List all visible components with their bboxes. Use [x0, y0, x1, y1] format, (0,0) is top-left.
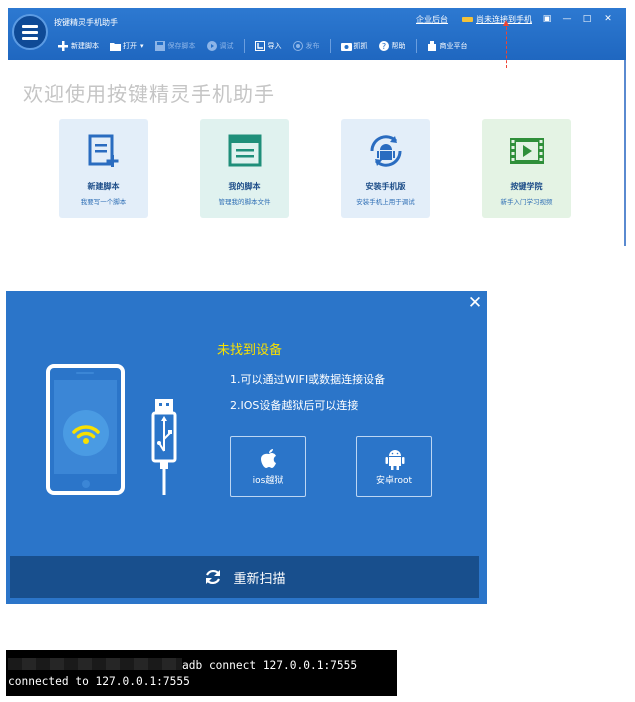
phone-home-button	[82, 480, 90, 488]
refresh-icon	[206, 569, 221, 585]
phone-speaker	[76, 372, 94, 374]
tile-subtitle: 新手入门学习视频	[500, 198, 553, 206]
play-icon	[206, 41, 217, 51]
maximize-button[interactable]: □	[581, 13, 593, 25]
my-scripts-icon	[228, 134, 262, 167]
video-academy-icon	[510, 138, 544, 164]
import-icon	[254, 41, 265, 51]
help-icon: ?	[378, 41, 389, 51]
phone-screen	[54, 380, 117, 474]
rescan-label: 重新扫描	[233, 571, 286, 587]
app-logo-menu-button[interactable]	[12, 14, 48, 50]
skin-icon[interactable]: ▣	[541, 13, 553, 25]
plus-icon	[58, 41, 68, 51]
quick-start-tiles: 新建脚本 我要写一个脚本 我的脚本 管理我的脚本文件 安装手机版 安装手机上用于…	[59, 119, 571, 218]
debug-label: 调试	[219, 42, 234, 50]
new-script-icon	[88, 134, 119, 167]
minimize-button[interactable]: —	[561, 13, 573, 25]
save-script-button[interactable]: 保存脚本	[151, 36, 200, 56]
toolbar-separator	[243, 39, 245, 53]
usb-cable-icon	[151, 399, 177, 495]
tile-subtitle: 管理我的脚本文件	[218, 198, 271, 206]
tile-title: 我的脚本	[228, 182, 261, 191]
capture-button[interactable]: 抓抓	[337, 36, 372, 56]
toolbar-separator	[329, 39, 331, 53]
svg-text:?: ?	[381, 42, 385, 51]
ios-button-label: ios越狱	[252, 476, 284, 486]
help-button[interactable]: ? 帮助	[375, 36, 410, 56]
business-platform-button[interactable]: 商业平台	[423, 36, 472, 56]
tile-academy[interactable]: 按键学院 新手入门学习视频	[482, 119, 571, 218]
welcome-heading: 欢迎使用按键精灵手机助手	[23, 82, 275, 106]
import-button[interactable]: 导入	[251, 36, 286, 56]
tip-ios: 2.IOS设备越狱后可以连接	[230, 399, 359, 412]
android-button-label: 安卓root	[375, 476, 413, 486]
debug-button[interactable]: 调试	[203, 36, 238, 56]
tile-subtitle: 安装手机上用于调试	[356, 198, 415, 206]
toolbar-separator	[415, 39, 417, 53]
rescan-button[interactable]: 重新扫描	[10, 556, 479, 598]
import-label: 导入	[267, 42, 282, 50]
install-android-icon	[370, 135, 402, 167]
capture-label: 抓抓	[353, 42, 368, 50]
biz-icon	[427, 41, 437, 51]
no-device-title: 未找到设备	[217, 343, 283, 358]
caret-down-icon: ▾	[140, 42, 144, 50]
new-script-button[interactable]: 新建脚本	[54, 36, 103, 56]
folder-icon	[110, 41, 121, 51]
enterprise-backend-link[interactable]: 企业后台	[416, 14, 448, 25]
app-title: 按键精灵手机助手	[54, 18, 118, 27]
device-status[interactable]: 尚未连接到手机	[462, 14, 532, 25]
publish-label: 发布	[305, 42, 320, 50]
tip-wifi: 1.可以通过WIFI或数据连接设备	[230, 373, 386, 386]
publish-button[interactable]: 发布	[289, 36, 324, 56]
help-label: 帮助	[391, 42, 406, 50]
annotation-red-arrow	[503, 20, 509, 68]
save-script-label: 保存脚本	[167, 42, 196, 50]
tile-title: 按键学院	[510, 182, 543, 191]
terminal-output: adb connect 127.0.0.1:7555 connected to …	[6, 650, 397, 696]
tile-new-script[interactable]: 新建脚本 我要写一个脚本	[59, 119, 148, 218]
title-bar: 按键精灵手机助手 企业后台 尚未连接到手机 ▣ — □ ✕ 新建脚本 打开 ▾ …	[8, 8, 626, 60]
apple-icon	[261, 449, 276, 468]
tile-install-android[interactable]: 安装手机版 安装手机上用于调试	[341, 119, 430, 218]
tile-title: 新建脚本	[87, 182, 120, 191]
dialog-header	[6, 291, 487, 317]
close-icon[interactable]: ✕	[467, 295, 483, 312]
usb-plug-icon	[462, 17, 473, 22]
ios-jailbreak-button[interactable]: ios越狱	[230, 436, 306, 497]
save-icon	[154, 41, 165, 51]
terminal-command: adb connect 127.0.0.1:7555	[182, 659, 358, 672]
no-device-dialog: ✕ 未找到设备 1.可以通过WIFI或数据连接设备 2.IOS设备越狱后可以连接	[6, 291, 487, 604]
close-window-button[interactable]: ✕	[602, 13, 614, 25]
terminal-result: connected to 127.0.0.1:7555	[8, 675, 190, 688]
camera-icon	[340, 41, 352, 51]
open-button[interactable]: 打开 ▾	[106, 36, 148, 56]
tile-subtitle: 我要写一个脚本	[80, 198, 127, 206]
toolbar: 新建脚本 打开 ▾ 保存脚本 调试 导入 发布 抓抓 ? 帮助 商业平台	[54, 36, 472, 56]
android-icon	[385, 450, 405, 470]
redacted-path	[8, 658, 182, 670]
tile-title: 安装手机版	[365, 182, 406, 191]
publish-icon	[292, 41, 303, 51]
phone-illustration	[46, 364, 125, 495]
android-root-button[interactable]: 安卓root	[356, 436, 432, 497]
wifi-icon	[63, 410, 109, 456]
business-platform-label: 商业平台	[439, 42, 468, 50]
new-script-label: 新建脚本	[71, 42, 99, 50]
tile-my-scripts[interactable]: 我的脚本 管理我的脚本文件	[200, 119, 289, 218]
app-window: 按键精灵手机助手 企业后台 尚未连接到手机 ▣ — □ ✕ 新建脚本 打开 ▾ …	[8, 8, 626, 246]
open-label: 打开	[123, 42, 137, 50]
